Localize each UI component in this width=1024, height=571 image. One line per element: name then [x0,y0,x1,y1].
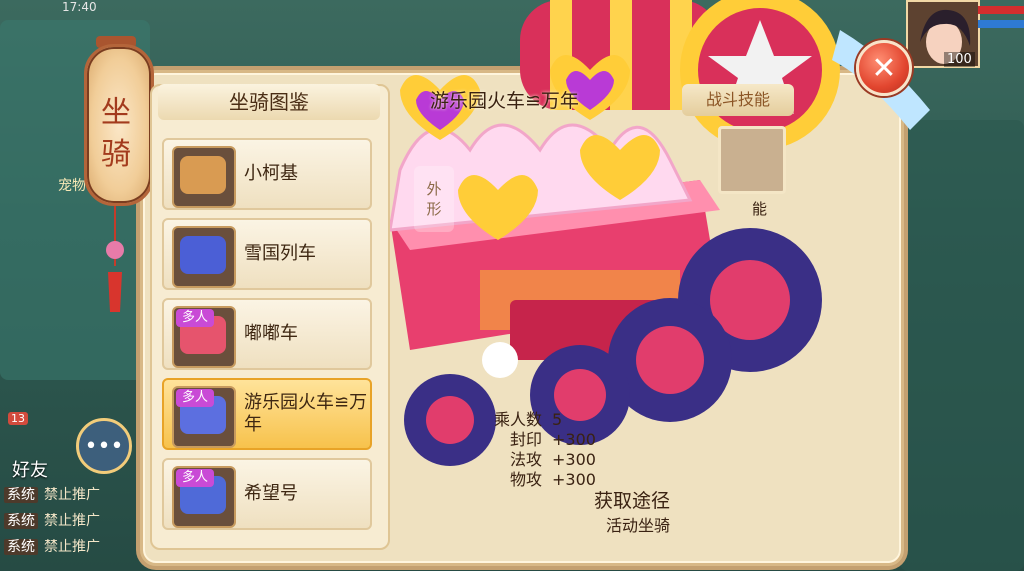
friends-button[interactable]: 好友 [12,456,48,482]
system-text: 禁止推广 [44,487,100,503]
multi-rider-badge: 多人 [176,469,215,487]
mount-list-item-label: 游乐园火车≌万年 [244,392,368,435]
stat-value: +300 [552,450,596,469]
stat-value: 5 [552,410,563,429]
mount-thumbnail-image [180,236,226,274]
skill-slot[interactable] [718,126,786,194]
stat-label: 封印 [509,430,542,449]
chat-bubble-icon: ••• [84,433,124,459]
tassel-ornament-icon [106,206,124,312]
multi-rider-badge: 多人 [176,309,215,327]
hp-bar [978,6,1024,14]
stat-label: 乘人数 [493,410,542,429]
status-time: 17:40 [62,0,97,14]
acquire-value: 活动坐骑 [606,516,671,535]
acquire-title: 获取途径 [594,490,671,512]
mount-list-item-label: 雪国列车 [244,243,316,264]
pet-label: 宠物 [58,178,86,194]
mount-stats: 乘人数 5 封印 +300 法攻 +300 物攻 +300 [458,410,596,490]
player-level: 100 [944,52,975,67]
mount-thumbnail [172,146,236,208]
combat-skill-tab[interactable]: 战斗技能 [682,84,794,116]
system-message: 系统 禁止推广 [4,510,100,530]
stat-value: +300 [552,470,596,489]
system-text: 禁止推广 [44,513,100,529]
mount-list-item-label: 嘟嘟车 [244,323,298,344]
mount-list-item[interactable]: 多人嘟嘟车 [162,298,372,370]
multi-rider-badge: 多人 [176,389,215,407]
lantern-title: 坐骑 [101,95,131,172]
mp-bar [978,20,1024,28]
system-text: 禁止推广 [44,539,100,555]
appearance-tag-char-1: 外 [426,180,442,198]
mount-list-item-label: 小柯基 [244,163,298,184]
stat-label: 物攻 [509,470,542,489]
mount-list-item[interactable]: 小柯基 [162,138,372,210]
appearance-tag-char-2: 形 [426,200,442,218]
mount-name-title: 游乐园火车≌万年 [430,90,579,112]
chat-button[interactable]: ••• [76,418,132,474]
list-title: 坐骑图鉴 [158,84,380,120]
stat-row: 乘人数 5 [458,410,596,430]
mount-preview-image [388,0,930,466]
appearance-tag[interactable]: 外 形 [414,166,454,232]
mount-thumbnail: 多人 [172,386,236,448]
stat-value: +300 [552,430,596,449]
system-message: 系统 禁止推广 [4,484,100,504]
mount-list-item-label: 希望号 [244,483,298,504]
stat-row: 物攻 +300 [458,470,596,490]
mount-list-item[interactable]: 多人 游乐园火车≌万年 [162,378,372,450]
stat-label: 法攻 [509,450,542,469]
system-tag: 系统 [4,513,38,529]
system-tag: 系统 [4,487,38,503]
close-icon: ✕ [871,50,897,86]
system-message: 系统 禁止推广 [4,536,100,556]
friends-count-badge: 13 [8,412,28,425]
mount-thumbnail: 多人 [172,466,236,528]
close-button[interactable]: ✕ [856,40,912,96]
mount-thumbnail-image [180,156,226,194]
system-tag: 系统 [4,539,38,555]
stat-row: 法攻 +300 [458,450,596,470]
mount-thumbnail: 多人 [172,306,236,368]
mount-thumbnail [172,226,236,288]
mount-list-item[interactable]: 多人希望号 [162,458,372,530]
mount-list-item[interactable]: 雪国列车 [162,218,372,290]
skill-caption: 能 [752,200,768,218]
stat-row: 封印 +300 [458,430,596,450]
